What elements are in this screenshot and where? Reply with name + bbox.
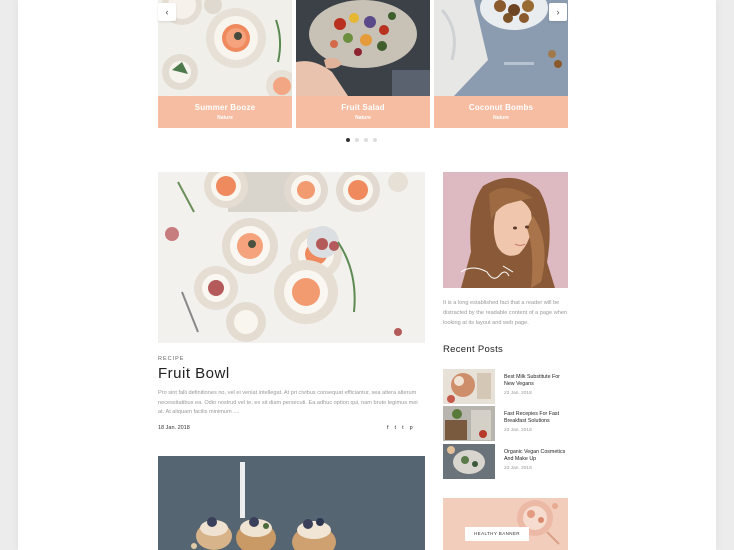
slider-dot[interactable] bbox=[355, 138, 359, 142]
article-excerpt: Pro sint falli definitiones no, vel ei v… bbox=[158, 390, 418, 415]
recent-post-date: 23 Jan. 2018 bbox=[504, 391, 532, 396]
article-date: 18 Jan. 2018 bbox=[158, 425, 190, 431]
slide-caption[interactable]: Fruit Salad Nature bbox=[296, 96, 430, 128]
slide-category: Nature bbox=[493, 115, 509, 121]
recent-post-item[interactable]: Best Milk Substitute For New Vegans 23 J… bbox=[443, 369, 569, 404]
slide-fruit-salad[interactable]: Fruit Salad Nature bbox=[296, 0, 430, 128]
recent-post-date: 23 Jan. 2018 bbox=[504, 428, 532, 433]
slider-prev-button[interactable]: ‹ bbox=[158, 3, 176, 21]
slide-title[interactable]: Fruit Salad bbox=[296, 96, 430, 112]
tumblr-icon[interactable]: t bbox=[402, 425, 404, 431]
featured-slider: Summer Booze Nature Fruit Salad Nature C… bbox=[158, 0, 568, 128]
slide-image[interactable] bbox=[158, 0, 292, 96]
recent-post-item[interactable]: Fast Recepies For Fast Breakfast Solutio… bbox=[443, 406, 569, 441]
healthy-banner[interactable]: HEALTHY BANNER bbox=[443, 498, 568, 550]
chevron-right-icon: › bbox=[556, 7, 560, 17]
second-article-image[interactable] bbox=[158, 456, 425, 550]
recent-posts-title: Recent Posts bbox=[443, 344, 504, 355]
slider-dot[interactable] bbox=[364, 138, 368, 142]
slide-coconut-bombs[interactable]: Coconut Bombs Nature bbox=[434, 0, 568, 128]
slide-category: Nature bbox=[355, 115, 371, 121]
slide-summer-booze[interactable]: Summer Booze Nature bbox=[158, 0, 292, 128]
slider-dot[interactable] bbox=[346, 138, 350, 142]
article-image[interactable] bbox=[158, 172, 425, 343]
facebook-icon[interactable]: f bbox=[387, 425, 389, 431]
recent-post-title[interactable]: Organic Vegan Cosmetics And Make Up bbox=[504, 449, 570, 463]
slider-dots bbox=[346, 138, 377, 142]
slide-title[interactable]: Coconut Bombs bbox=[434, 96, 568, 112]
recent-post-thumb[interactable] bbox=[443, 369, 495, 404]
recent-post-item[interactable]: Organic Vegan Cosmetics And Make Up 23 J… bbox=[443, 444, 569, 479]
chevron-left-icon: ‹ bbox=[165, 7, 169, 17]
about-text: It is a long established fact that a rea… bbox=[443, 300, 568, 326]
pinterest-icon[interactable]: p bbox=[410, 425, 413, 431]
slide-title[interactable]: Summer Booze bbox=[158, 96, 292, 112]
recent-post-thumb[interactable] bbox=[443, 444, 495, 479]
slide-caption[interactable]: Coconut Bombs Nature bbox=[434, 96, 568, 128]
page: Summer Booze Nature Fruit Salad Nature C… bbox=[18, 0, 716, 550]
article-category[interactable]: RECIPE bbox=[158, 356, 184, 362]
slider-next-button[interactable]: › bbox=[549, 3, 567, 21]
slide-image[interactable] bbox=[434, 0, 568, 96]
slide-image[interactable] bbox=[296, 0, 430, 96]
twitter-icon[interactable]: t bbox=[395, 425, 397, 431]
banner-label[interactable]: HEALTHY BANNER bbox=[465, 527, 529, 541]
recent-post-date: 23 Jan. 2018 bbox=[504, 466, 532, 471]
slider-dot[interactable] bbox=[373, 138, 377, 142]
slide-caption[interactable]: Summer Booze Nature bbox=[158, 96, 292, 128]
recent-post-title[interactable]: Best Milk Substitute For New Vegans bbox=[504, 374, 570, 388]
slide-category: Nature bbox=[217, 115, 233, 121]
recent-post-title[interactable]: Fast Recepies For Fast Breakfast Solutio… bbox=[504, 411, 570, 425]
recent-post-thumb[interactable] bbox=[443, 406, 495, 441]
author-image bbox=[443, 172, 568, 288]
article-title[interactable]: Fruit Bowl bbox=[158, 365, 230, 382]
share-icons: f t t p bbox=[387, 425, 413, 431]
